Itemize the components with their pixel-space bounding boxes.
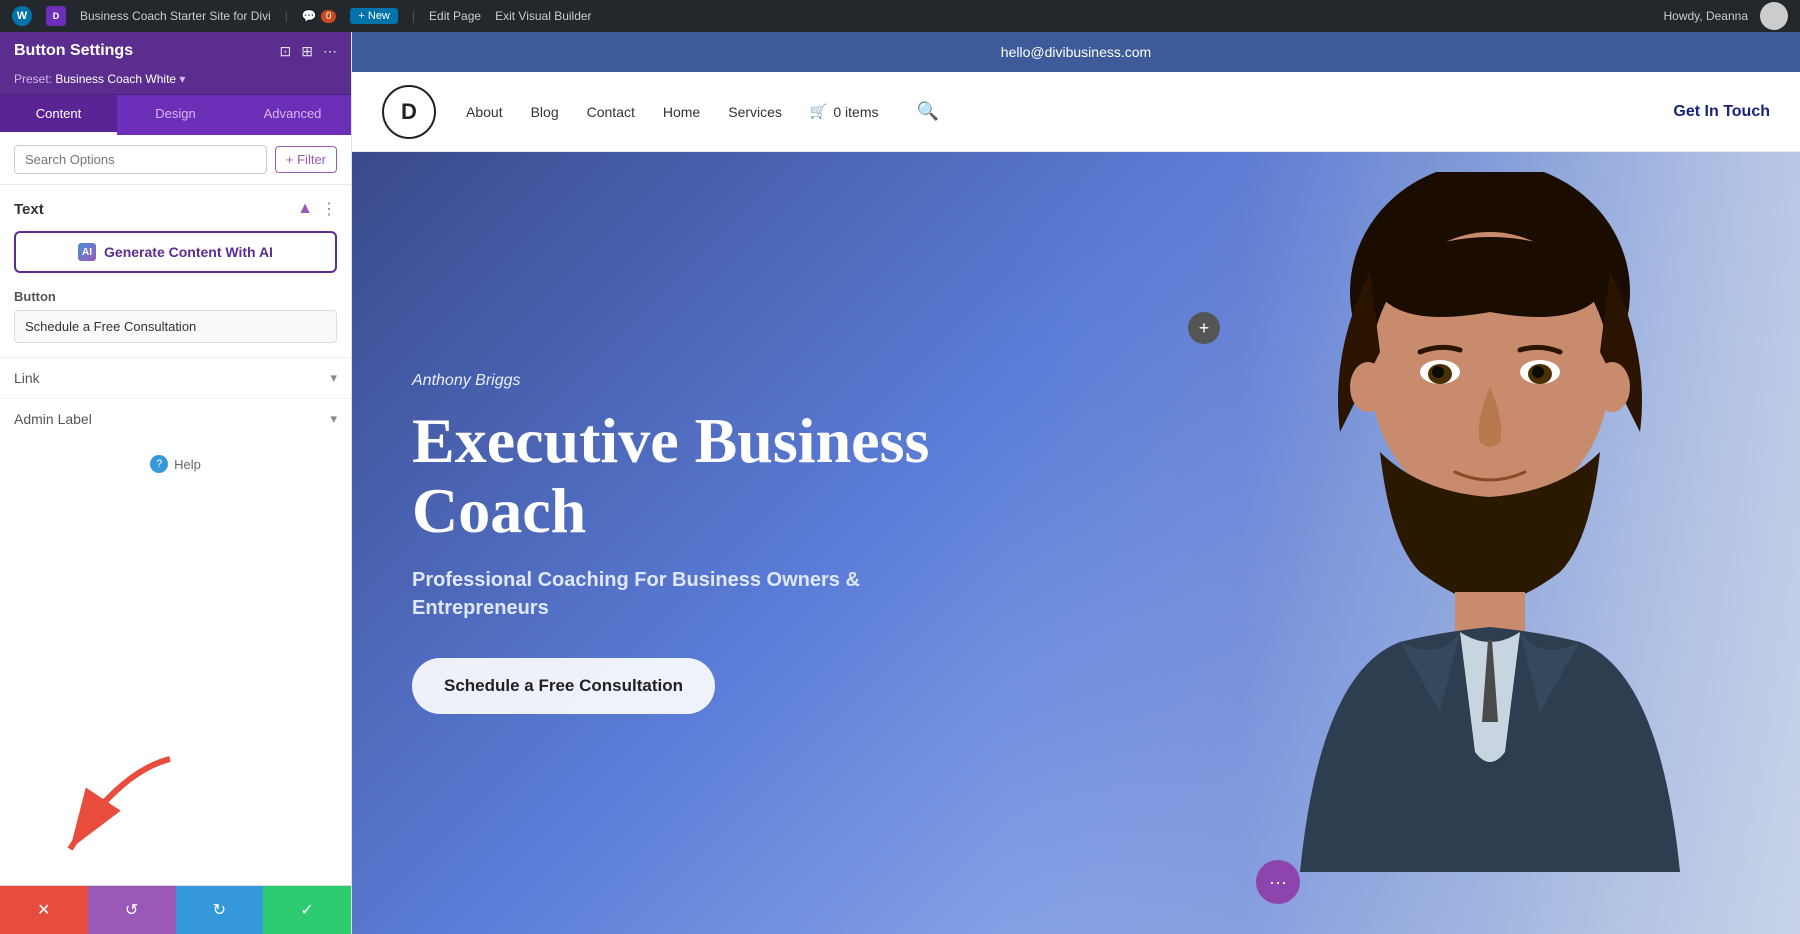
undo-button[interactable]: ↺	[88, 886, 176, 934]
hero-content: Anthony Briggs Executive Business Coach …	[352, 332, 992, 755]
nav-links: About Blog Contact Home Services 🛒 0 ite…	[466, 101, 1673, 122]
collapse-icon[interactable]: ▲	[297, 200, 313, 218]
module-options-button[interactable]: ···	[1256, 860, 1300, 904]
site-email-link[interactable]: hello@divibusiness.com	[1001, 44, 1151, 60]
panel-title: Button Settings	[14, 42, 133, 60]
sidebar-tabs: Content Design Advanced	[0, 95, 351, 135]
link-title: Link	[14, 370, 40, 386]
cart-count: 0 items	[833, 104, 878, 120]
preset-name: Business Coach White	[55, 72, 176, 86]
button-field-label: Button	[14, 289, 337, 304]
website-preview: hello@divibusiness.com D About Blog Cont…	[352, 32, 1800, 934]
button-text-input[interactable]	[14, 310, 337, 343]
screen-icon[interactable]: ⊡	[280, 43, 292, 60]
site-logo: D	[382, 85, 436, 139]
search-input[interactable]	[14, 145, 267, 174]
hero-image-area	[1004, 152, 1800, 934]
tab-advanced[interactable]: Advanced	[234, 95, 351, 135]
red-arrow-annotation	[0, 749, 190, 884]
help-icon: ?	[150, 455, 168, 473]
howdy-text: Howdy, Deanna	[1664, 9, 1749, 23]
comment-count: 0	[321, 10, 337, 23]
nav-cta-button[interactable]: Get In Touch	[1673, 103, 1770, 121]
sidebar-header: Button Settings ⊡ ⊞ ⋯	[0, 32, 351, 70]
admin-bar: W D Business Coach Starter Site for Divi…	[0, 0, 1800, 32]
site-nav: D About Blog Contact Home Services 🛒 0 i…	[352, 72, 1800, 152]
sidebar-panel: Button Settings ⊡ ⊞ ⋯ Preset: Business C…	[0, 32, 352, 934]
nav-search-icon[interactable]: 🔍	[916, 101, 938, 122]
divi-icon: D	[46, 6, 66, 26]
site-email-bar: hello@divibusiness.com	[352, 32, 1800, 72]
admin-label-title: Admin Label	[14, 411, 92, 427]
more-options-icon[interactable]: ⋯	[323, 43, 337, 60]
grid-icon[interactable]: ⊞	[301, 43, 313, 60]
nav-home[interactable]: Home	[663, 104, 700, 120]
filter-button[interactable]: + Filter	[275, 146, 337, 173]
preset-bar[interactable]: Preset: Business Coach White ▾	[0, 70, 351, 95]
hero-section: Anthony Briggs Executive Business Coach …	[352, 152, 1800, 934]
bottom-toolbar: ✕ ↺ ↻ ✓	[0, 885, 351, 934]
section-more-icon[interactable]: ⋮	[321, 199, 337, 219]
exit-builder-link[interactable]: Exit Visual Builder	[495, 9, 592, 23]
wordpress-icon: W	[12, 6, 32, 26]
hero-cta-button[interactable]: Schedule a Free Consultation	[412, 658, 715, 714]
nav-about[interactable]: About	[466, 104, 503, 120]
text-section: Text ▲ ⋮ AI Generate Content With AI But…	[0, 185, 351, 357]
search-area: + Filter	[0, 135, 351, 185]
tab-content[interactable]: Content	[0, 95, 117, 135]
comment-bubble[interactable]: 💬 0	[302, 9, 337, 23]
ai-generate-button[interactable]: AI Generate Content With AI	[14, 231, 337, 273]
redo-button[interactable]: ↻	[176, 886, 264, 934]
save-button[interactable]: ✓	[263, 886, 351, 934]
section-title: Text	[14, 201, 44, 218]
hero-author: Anthony Briggs	[412, 372, 932, 390]
hero-subtitle: Professional Coaching For Business Owner…	[412, 566, 932, 622]
admin-chevron-icon: ▾	[330, 411, 337, 427]
edit-page-link[interactable]: Edit Page	[429, 9, 481, 23]
nav-contact[interactable]: Contact	[587, 104, 635, 120]
help-button[interactable]: ? Help	[150, 455, 201, 473]
add-element-button[interactable]: +	[1188, 312, 1220, 344]
help-section: ? Help	[0, 439, 351, 489]
hero-person-image	[1240, 172, 1740, 872]
link-section[interactable]: Link ▾	[0, 357, 351, 398]
header-icons: ⊡ ⊞ ⋯	[280, 43, 337, 60]
admin-label-section[interactable]: Admin Label ▾	[0, 398, 351, 439]
nav-cart[interactable]: 🛒 0 items	[810, 103, 879, 120]
button-field-group: Button	[14, 289, 337, 343]
avatar	[1760, 2, 1788, 30]
hero-title: Executive Business Coach	[412, 406, 932, 547]
ai-icon: AI	[78, 243, 96, 261]
nav-blog[interactable]: Blog	[531, 104, 559, 120]
tab-design[interactable]: Design	[117, 95, 234, 135]
new-button[interactable]: + New	[350, 8, 398, 24]
site-name: Business Coach Starter Site for Divi	[80, 9, 271, 23]
link-chevron-icon: ▾	[330, 370, 337, 386]
nav-services[interactable]: Services	[728, 104, 782, 120]
section-header: Text ▲ ⋮	[14, 199, 337, 219]
cancel-button[interactable]: ✕	[0, 886, 88, 934]
